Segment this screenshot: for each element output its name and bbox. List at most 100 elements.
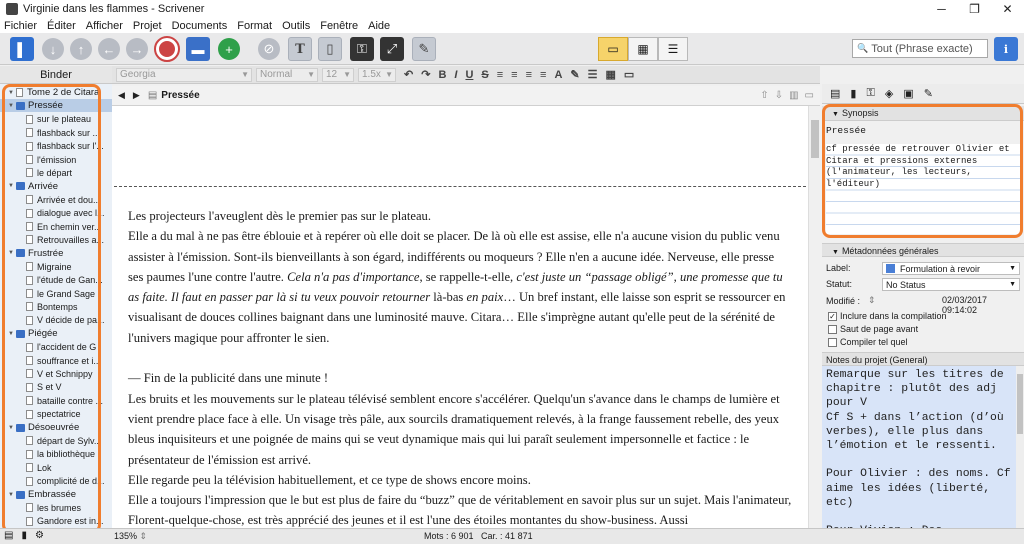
key-icon[interactable]: ⚿ [350, 37, 374, 61]
add-text-icon[interactable]: T [288, 37, 312, 61]
maximize-button[interactable]: ❐ [958, 0, 991, 18]
fullscreen-icon[interactable]: ⤢ [380, 37, 404, 61]
size-select[interactable]: 12 ▼ [322, 67, 354, 82]
gear-icon[interactable]: ⚙ [35, 530, 44, 541]
notes-scroll-thumb[interactable] [1017, 374, 1023, 434]
synopsis-text[interactable]: cf pressée de retrouver Olivier et Citar… [826, 144, 1020, 234]
editor-scrollbar[interactable] [808, 106, 820, 528]
font-select[interactable]: Georgia ▼ [116, 67, 252, 82]
align-center-icon[interactable]: ≡ [511, 69, 517, 81]
binder-document[interactable]: flashback sur ... [0, 126, 112, 139]
target-icon[interactable] [154, 36, 180, 62]
disclosure-icon[interactable]: ▼ [8, 425, 15, 431]
binder-folder[interactable]: ▼ Arrivée [0, 180, 112, 193]
binder-document[interactable]: En chemin ver... [0, 220, 112, 233]
close-button[interactable]: ✕ [991, 0, 1024, 18]
menu-documents[interactable]: Documents [172, 20, 228, 32]
editor-text[interactable]: Les projecteurs l'aveuglent dès le premi… [128, 206, 792, 528]
binder-document[interactable]: Migraine [0, 260, 112, 273]
menu-editer[interactable]: Éditer [47, 20, 76, 32]
binder-document[interactable]: S et V [0, 381, 112, 394]
binder-folder[interactable]: ▼ Piégée [0, 327, 112, 340]
disclosure-icon[interactable]: ▼ [8, 183, 15, 189]
inspector-toggle-icon[interactable]: i [994, 37, 1018, 61]
snapshot-icon[interactable]: ✎ [412, 37, 436, 61]
menu-format[interactable]: Format [237, 20, 272, 32]
tab-keywords-icon[interactable]: ⚿ [866, 87, 874, 100]
synopsis-title[interactable]: Pressée [826, 125, 1020, 136]
binder-document[interactable]: l'émission [0, 153, 112, 166]
editor[interactable]: Les projecteurs l'aveuglent dès le premi… [112, 106, 808, 528]
image-icon[interactable]: ▭ [624, 68, 634, 81]
page-break-checkbox[interactable]: Saut de page avant [828, 324, 918, 334]
label-select[interactable]: Formulation à revoir ▼ [882, 262, 1020, 275]
style-select[interactable]: Normal ▼ [256, 67, 318, 82]
disclosure-icon[interactable]: ▼ [8, 492, 15, 498]
disclosure-icon[interactable]: ▼ [8, 250, 15, 256]
binder-document[interactable]: complicité de d... [0, 475, 112, 488]
disclosure-icon[interactable]: ▼ [8, 331, 15, 337]
metadata-header[interactable]: ▼ Métadonnées générales [822, 243, 1024, 257]
binder-document[interactable]: la bibliothèque [0, 448, 112, 461]
menu-fenetre[interactable]: Fenêtre [320, 20, 358, 32]
tab-notes-icon[interactable]: ▤ [830, 87, 840, 100]
add-doc-icon[interactable]: ▤ [4, 530, 13, 541]
disclosure-icon[interactable]: ▼ [8, 90, 15, 96]
highlight-icon[interactable]: ✎ [570, 68, 579, 81]
binder-document[interactable]: V et Schnippy [0, 367, 112, 380]
move-up-icon[interactable]: ↑ [70, 38, 92, 60]
corkboard-icon[interactable]: ▦ [628, 37, 658, 61]
binder-document[interactable]: le Grand Sage [0, 287, 112, 300]
synopsis-header[interactable]: ▼ Synopsis [822, 106, 1024, 121]
italic-button[interactable]: I [454, 69, 457, 81]
binder-document[interactable]: Arrivée et dou... [0, 193, 112, 206]
forward-arrow-icon[interactable]: ▶ [133, 90, 140, 101]
menu-fichier[interactable]: Fichier [4, 20, 37, 32]
align-left-icon[interactable]: ≡ [497, 69, 503, 81]
search-input[interactable]: 🔍 Tout (Phrase exacte) [852, 39, 988, 58]
underline-button[interactable]: U [465, 69, 473, 81]
tab-comments-icon[interactable]: ✎ [924, 87, 933, 100]
binder-folder[interactable]: ▼ Pressée [0, 99, 112, 113]
undo-icon[interactable]: ↶ [404, 68, 413, 81]
editor-scroll-thumb[interactable] [811, 120, 819, 158]
outliner-icon[interactable]: ☰ [658, 37, 688, 61]
binder-document[interactable]: Bontemps [0, 300, 112, 313]
binder-document[interactable]: dialogue avec l... [0, 207, 112, 220]
add-folder-icon[interactable]: ▮ [21, 530, 27, 541]
redo-icon[interactable]: ↷ [421, 68, 430, 81]
collapse-icon[interactable]: ▼ [832, 249, 839, 256]
menu-outils[interactable]: Outils [282, 20, 310, 32]
binder-document[interactable]: souffrance et i... [0, 354, 112, 367]
zoom-level[interactable]: 135% ⇕ [114, 531, 147, 542]
binder-folder[interactable]: ▼ Embrassée [0, 488, 112, 501]
stepper-icon[interactable]: ⇕ [868, 295, 876, 306]
compile-as-is-checkbox[interactable]: Compiler tel quel [828, 337, 908, 347]
bold-button[interactable]: B [438, 69, 446, 81]
binder-document[interactable]: les brumes [0, 501, 112, 514]
split-icon[interactable]: ▥ [789, 90, 798, 101]
tab-tags-icon[interactable]: ◈ [885, 87, 893, 100]
tab-references-icon[interactable]: ▮ [850, 87, 856, 100]
strike-button[interactable]: S [481, 69, 488, 81]
menu-aide[interactable]: Aide [368, 20, 390, 32]
delete-icon[interactable]: ⊘ [258, 38, 280, 60]
scrivenings-icon[interactable]: ▭ [598, 37, 628, 61]
list-icon[interactable]: ☰ [588, 68, 598, 81]
notes-scrollbar[interactable] [1016, 366, 1024, 528]
binder-folder[interactable]: ▼ Frustrée [0, 247, 112, 260]
binder-document[interactable]: sur le plateau [0, 113, 112, 126]
collapse-icon[interactable]: ▼ [832, 111, 839, 118]
table-icon[interactable]: ▦ [605, 68, 615, 81]
binder-document[interactable]: Lok [0, 461, 112, 474]
binder-document[interactable]: le départ [0, 166, 112, 179]
tab-snapshots-icon[interactable]: ▣ [903, 87, 913, 100]
binder-document[interactable]: spectatrice [0, 408, 112, 421]
binder-document[interactable]: Gandore est in... [0, 515, 112, 528]
binder-document[interactable]: Retrouvailles a... [0, 233, 112, 246]
add-folder-icon[interactable]: ▯ [318, 37, 342, 61]
include-compile-checkbox[interactable]: ✓ Inclure dans la compilation [828, 311, 947, 321]
binder-document[interactable]: l'étude de Gan... [0, 274, 112, 287]
menu-afficher[interactable]: Afficher [86, 20, 123, 32]
move-down-icon[interactable]: ↓ [42, 38, 64, 60]
